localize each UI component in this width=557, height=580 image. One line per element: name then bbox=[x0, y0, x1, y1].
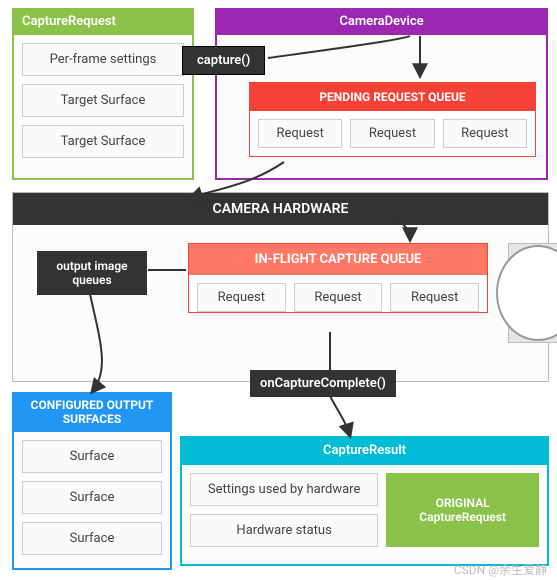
surface-slot-1: Surface bbox=[22, 440, 162, 473]
in-flight-request-2: Request bbox=[294, 283, 383, 312]
settings-used-slot: Settings used by hardware bbox=[190, 473, 378, 506]
in-flight-request-3: Request bbox=[390, 283, 479, 312]
pending-request-row: Request Request Request bbox=[250, 111, 535, 148]
pending-request-2: Request bbox=[350, 119, 434, 148]
in-flight-queue-title: IN-FLIGHT CAPTURE QUEUE bbox=[189, 244, 487, 275]
pending-request-3: Request bbox=[443, 119, 527, 148]
capture-result-box: CaptureResult Settings used by hardware … bbox=[180, 436, 549, 566]
on-capture-complete-tag: onCaptureComplete() bbox=[250, 370, 396, 397]
capture-request-box: CaptureRequest Per-frame settings Target… bbox=[12, 8, 194, 180]
configured-output-surfaces-title: CONFIGURED OUTPUT SURFACES bbox=[12, 392, 172, 432]
pending-request-queue-title: PENDING REQUEST QUEUE bbox=[250, 83, 535, 111]
configured-output-surfaces-box: CONFIGURED OUTPUT SURFACES Surface Surfa… bbox=[12, 392, 172, 570]
surface-slot-3: Surface bbox=[22, 522, 162, 555]
capture-method-tag: capture() bbox=[182, 46, 265, 75]
pending-request-1: Request bbox=[258, 119, 342, 148]
in-flight-request-1: Request bbox=[197, 283, 286, 312]
target-surface-slot-2: Target Surface bbox=[22, 125, 184, 158]
per-frame-settings-slot: Per-frame settings bbox=[22, 43, 184, 76]
lens-icon bbox=[496, 245, 557, 341]
camera-device-title: CameraDevice bbox=[215, 8, 548, 35]
capture-result-title: CaptureResult bbox=[180, 436, 549, 465]
capture-request-title: CaptureRequest bbox=[12, 8, 194, 35]
original-capture-request: ORIGINAL CaptureRequest bbox=[386, 473, 539, 547]
surface-slot-2: Surface bbox=[22, 481, 162, 514]
watermark: CSDN @余生爱静 bbox=[454, 561, 547, 578]
target-surface-slot-1: Target Surface bbox=[22, 84, 184, 117]
in-flight-request-row: Request Request Request bbox=[189, 275, 487, 312]
output-image-queues-tag: output image queues bbox=[37, 251, 147, 295]
in-flight-queue-box: IN-FLIGHT CAPTURE QUEUE Request Request … bbox=[188, 243, 488, 313]
hardware-status-slot: Hardware status bbox=[190, 514, 378, 547]
camera-hardware-box: CAMERA HARDWARE output image queues IN-F… bbox=[12, 192, 549, 382]
camera-hardware-title: CAMERA HARDWARE bbox=[13, 193, 548, 225]
pending-request-queue-box: PENDING REQUEST QUEUE Request Request Re… bbox=[249, 82, 536, 157]
camera-device-box: CameraDevice PENDING REQUEST QUEUE Reque… bbox=[215, 8, 548, 180]
